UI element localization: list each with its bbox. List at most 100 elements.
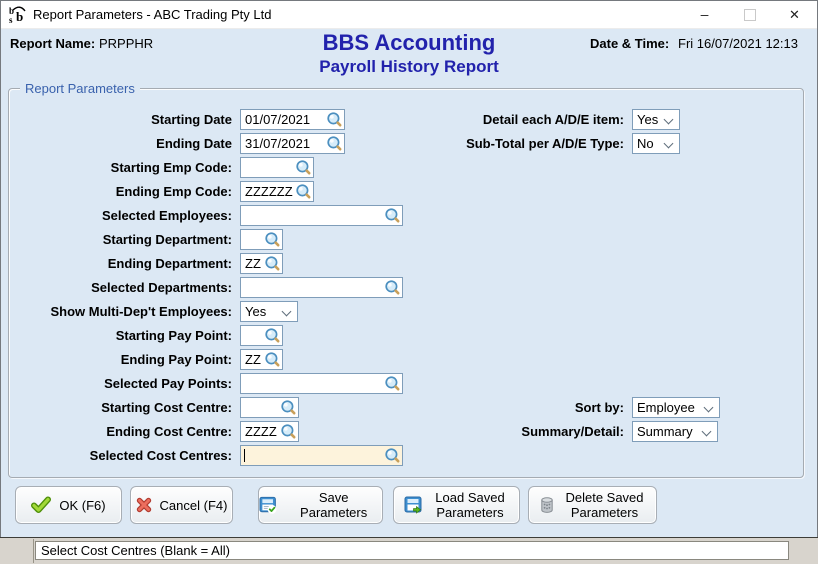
svg-text:s: s xyxy=(9,15,13,25)
magnifier-lookup-icon[interactable] xyxy=(264,255,281,272)
ending-cost-centre-row: Ending Cost Centre: ZZZZ xyxy=(10,421,299,442)
show-multi-dept-row: Show Multi-Dep't Employees: Yes xyxy=(10,301,298,322)
field-label: Ending Cost Centre: xyxy=(106,424,232,439)
close-button[interactable]: ✕ xyxy=(772,1,817,28)
field-label: Starting Cost Centre: xyxy=(101,400,232,415)
magnifier-lookup-icon[interactable] xyxy=(384,207,401,224)
ending-date-row: Ending Date 31/07/2021 xyxy=(10,133,345,154)
field-label: Sort by: xyxy=(574,400,624,415)
selected-cost-centres-row: Selected Cost Centres: xyxy=(10,445,403,466)
field-label: Starting Pay Point: xyxy=(115,328,232,343)
magnifier-lookup-icon[interactable] xyxy=(384,375,401,392)
magnifier-lookup-icon[interactable] xyxy=(264,327,281,344)
magnifier-lookup-icon[interactable] xyxy=(280,423,297,440)
datetime-value: Fri 16/07/2021 12:13 xyxy=(678,36,798,51)
field-label: Selected Employees: xyxy=(101,208,232,223)
selected-employees-input[interactable] xyxy=(240,205,403,226)
field-label: Ending Date xyxy=(156,136,232,151)
starting-cost-centre-row: Starting Cost Centre: xyxy=(10,397,299,418)
starting-emp-code-row: Starting Emp Code: xyxy=(10,157,314,178)
summary-detail-row: Summary/Detail: Summary xyxy=(420,421,718,442)
svg-text:b: b xyxy=(16,9,23,24)
selected-employees-row: Selected Employees: xyxy=(10,205,403,226)
field-label: Starting Emp Code: xyxy=(110,160,232,175)
green-check-icon xyxy=(31,496,52,513)
text-caret xyxy=(244,449,245,462)
magnifier-lookup-icon[interactable] xyxy=(295,159,312,176)
trash-bin-icon xyxy=(540,496,553,513)
bbs-logo-icon: b s b xyxy=(9,6,26,25)
field-label: Selected Pay Points: xyxy=(104,376,232,391)
ending-pay-point-input[interactable]: ZZ xyxy=(240,349,283,370)
selected-departments-input[interactable] xyxy=(240,277,403,298)
field-label: Selected Departments: xyxy=(91,280,232,295)
groupbox-legend: Report Parameters xyxy=(20,81,140,96)
field-label: Selected Cost Centres: xyxy=(89,448,232,463)
field-label: Ending Department: xyxy=(107,256,232,271)
magnifier-lookup-icon[interactable] xyxy=(384,447,401,464)
magnifier-lookup-icon[interactable] xyxy=(264,351,281,368)
ending-cost-centre-input[interactable]: ZZZZ xyxy=(240,421,299,442)
selected-pay-points-input[interactable] xyxy=(240,373,403,394)
starting-date-input[interactable]: 01/07/2021 xyxy=(240,109,345,130)
starting-cost-centre-input[interactable] xyxy=(240,397,299,418)
magnifier-lookup-icon[interactable] xyxy=(264,231,281,248)
starting-pay-point-input[interactable] xyxy=(240,325,283,346)
minimize-button[interactable]: – xyxy=(682,1,727,28)
ending-emp-code-row: Ending Emp Code: ZZZZZZ xyxy=(10,181,314,202)
report-parameters-window: b s b Report Parameters - ABC Trading Pt… xyxy=(0,0,818,564)
field-label: Starting Date xyxy=(151,112,232,127)
detail-each-ade-item-row: Detail each A/D/E item: Yes xyxy=(420,109,680,130)
selected-departments-row: Selected Departments: xyxy=(10,277,403,298)
status-bar-left-cell xyxy=(0,539,34,563)
selected-cost-centres-input[interactable] xyxy=(240,445,403,466)
datetime-label: Date & Time: xyxy=(590,36,670,51)
sub-total-per-ade-type-row: Sub-Total per A/D/E Type: No xyxy=(420,133,680,154)
starting-emp-code-input[interactable] xyxy=(240,157,314,178)
ending-pay-point-row: Ending Pay Point: ZZ xyxy=(10,349,283,370)
ending-department-row: Ending Department: ZZ xyxy=(10,253,283,274)
field-label: Starting Department: xyxy=(102,232,232,247)
sub-total-per-ade-type-select[interactable]: No xyxy=(632,133,680,154)
save-parameters-button[interactable]: Save Parameters xyxy=(258,486,383,524)
field-label: Summary/Detail: xyxy=(521,424,624,439)
magnifier-lookup-icon[interactable] xyxy=(384,279,401,296)
delete-saved-parameters-button[interactable]: Delete Saved Parameters xyxy=(528,486,657,524)
summary-detail-select[interactable]: Summary xyxy=(632,421,718,442)
starting-date-row: Starting Date 01/07/2021 xyxy=(10,109,345,130)
starting-pay-point-row: Starting Pay Point: xyxy=(10,325,283,346)
page-title: Payroll History Report xyxy=(319,57,499,76)
red-x-icon xyxy=(136,497,151,513)
magnifier-lookup-icon[interactable] xyxy=(295,183,312,200)
starting-department-input[interactable] xyxy=(240,229,283,250)
field-label: Ending Emp Code: xyxy=(115,184,232,199)
magnifier-lookup-icon[interactable] xyxy=(326,111,343,128)
save-disk-check-icon xyxy=(259,496,277,514)
ok-button[interactable]: OK (F6) xyxy=(15,486,122,524)
sort-by-row: Sort by: Employee xyxy=(420,397,720,418)
ending-date-input[interactable]: 31/07/2021 xyxy=(240,133,345,154)
field-label: Show Multi-Dep't Employees: xyxy=(50,304,233,319)
load-saved-parameters-button[interactable]: Load Saved Parameters xyxy=(393,486,520,524)
ending-emp-code-input[interactable]: ZZZZZZ xyxy=(240,181,314,202)
maximize-button[interactable] xyxy=(727,1,772,28)
sort-by-select[interactable]: Employee xyxy=(632,397,720,418)
status-bar: Select Cost Centres (Blank = All) xyxy=(0,537,818,564)
status-message-panel: Select Cost Centres (Blank = All) xyxy=(35,541,789,560)
ending-department-input[interactable]: ZZ xyxy=(240,253,283,274)
field-label: Ending Pay Point: xyxy=(120,352,232,367)
show-multi-dept-employees-select[interactable]: Yes xyxy=(240,301,298,322)
starting-department-row: Starting Department: xyxy=(10,229,283,250)
window-title: Report Parameters - ABC Trading Pty Ltd xyxy=(33,7,272,22)
detail-each-ade-item-select[interactable]: Yes xyxy=(632,109,680,130)
title-bar: b s b Report Parameters - ABC Trading Pt… xyxy=(1,1,817,29)
field-label: Sub-Total per A/D/E Type: xyxy=(466,136,624,151)
selected-pay-points-row: Selected Pay Points: xyxy=(10,373,403,394)
magnifier-lookup-icon[interactable] xyxy=(326,135,343,152)
status-message: Select Cost Centres (Blank = All) xyxy=(41,543,230,558)
cancel-button[interactable]: Cancel (F4) xyxy=(130,486,233,524)
maximize-icon xyxy=(743,9,756,22)
field-label: Detail each A/D/E item: xyxy=(482,112,624,127)
load-disk-arrow-icon xyxy=(404,496,422,514)
magnifier-lookup-icon[interactable] xyxy=(280,399,297,416)
